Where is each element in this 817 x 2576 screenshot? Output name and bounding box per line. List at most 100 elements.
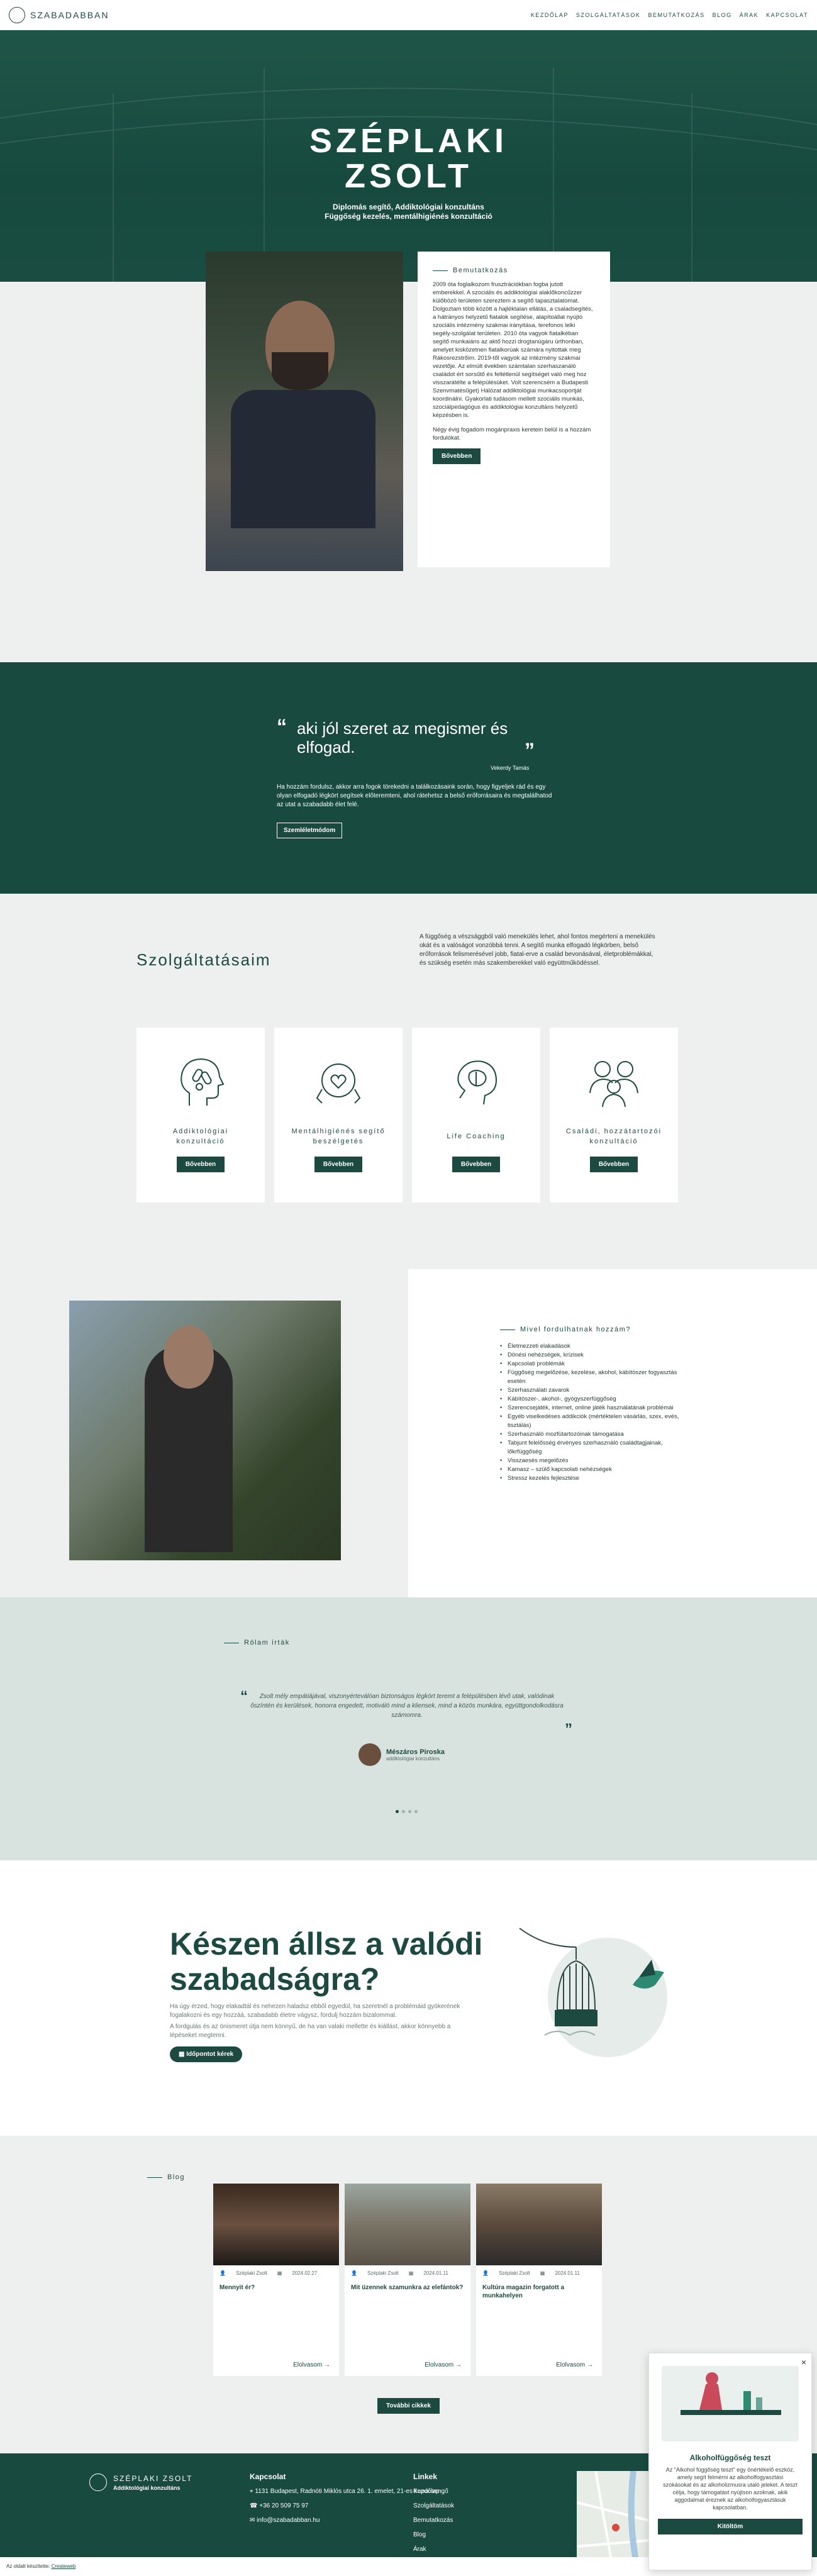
phone-icon: ☎ — [250, 2502, 260, 2509]
intro-card: Bemutatkozás 2009 óta foglalkozom fruszt… — [418, 252, 610, 567]
read-more-label: Elolvasom — [556, 2362, 586, 2368]
more-articles-button[interactable]: További cikkek — [377, 2398, 440, 2414]
arrow-right-icon: → — [455, 2362, 462, 2368]
carousel-dots — [396, 1810, 418, 1813]
test-popup: × Alkoholfüggőség teszt Az "Alkohol függ… — [648, 2353, 812, 2570]
post-title[interactable]: Kultúra magazin forgatott a munkahelyen — [476, 2281, 602, 2302]
arrow-right-icon: → — [324, 2362, 330, 2368]
close-quote-icon: ” — [565, 1721, 572, 1738]
list-item: Szerencsejáték, internet, online játék h… — [500, 1404, 689, 1413]
credits-text: Az oldalt készítette: — [6, 2563, 50, 2569]
avatar — [358, 1743, 381, 1766]
approach-button[interactable]: Szemléletmódom — [277, 823, 343, 838]
list-item: Egyéb viselkedéses addikciók (mértéktele… — [500, 1413, 689, 1430]
post-author: Széplaki Zsolt — [367, 2270, 399, 2276]
who-photo-panel — [0, 1269, 408, 1597]
quote-body: Ha hozzám fordulsz, akkor arra fogok tör… — [277, 784, 552, 808]
footer-sub: Addiktológiai konzultáns — [113, 2484, 181, 2491]
blog-post-card[interactable]: 👤 Széplaki Zsolt ▦ 2024.01.11 Mit üzennek s… — [345, 2184, 470, 2376]
list-item: Dönési nehézségek, krízisek — [500, 1351, 689, 1360]
open-quote-icon: “ — [277, 715, 287, 738]
menu-item-arak[interactable]: ÁRAK — [740, 12, 759, 18]
read-more-link[interactable]: Elolvasom → — [293, 2362, 330, 2368]
appointment-button-label: Időpontot kérek — [186, 2051, 234, 2058]
cta-title: Készen állsz a valódi szabadságra? — [170, 1926, 483, 1997]
popup-title: Alkoholfüggőség teszt — [689, 2453, 771, 2462]
blog-post-card[interactable]: 👤 Széplaki Zsolt ▦ 2024.01.11 Kultúra magaz… — [476, 2184, 602, 2376]
arrow-right-icon: → — [587, 2362, 593, 2368]
blog-heading: Blog — [147, 2174, 185, 2181]
carousel-dot[interactable] — [414, 1810, 418, 1813]
quote-text: aki jól szeret az megismer és elfogad. — [297, 719, 508, 757]
popup-text: Az "Alkohol függőség teszt" egy önértéke… — [663, 2467, 798, 2511]
list-item: Szerhasználati zavarok — [500, 1386, 689, 1395]
footer-link[interactable]: Kezdőlap — [413, 2487, 454, 2496]
head-pills-icon — [181, 1058, 225, 1106]
list-item: Függőség megelőzése, kezelése, akohol, k… — [500, 1368, 689, 1386]
logo-icon — [89, 2473, 107, 2491]
footer-link[interactable]: Árak — [413, 2545, 454, 2553]
footer-logo: SZÉPLAKI ZSOLT Addiktológiai konzultáns — [89, 2473, 192, 2491]
author-name: Mészáros Piroska — [386, 1748, 445, 1756]
email-text: info@szabadabban.hu — [257, 2517, 320, 2524]
intro-heading: Bemutatkozás — [433, 267, 595, 274]
who-list: Életmezzeti elakadások Dönési nehézségek… — [500, 1342, 689, 1483]
list-item: Szerhasználó mozfütartozóinak támogatása — [500, 1430, 689, 1439]
logo-icon — [9, 6, 25, 23]
appointment-button[interactable]: ▦ Időpontot kérek — [170, 2046, 243, 2062]
site-logo[interactable]: SZABADABBAN — [9, 6, 109, 23]
menu-item-kapcsolat[interactable]: KAPCSOLAT — [766, 12, 808, 18]
footer-links: Linkek Kezdőlap Szolgáltatások Bemutatko… — [413, 2472, 454, 2553]
who-list-block: Mivel fordulhatnak hozzám? Életmezzeti e… — [500, 1326, 689, 1483]
intro-paragraph-1: 2009 óta foglalkozom frusztrációkban fog… — [433, 281, 593, 419]
quote-section: “ aki jól szeret az megismer és elfogad.… — [0, 662, 817, 894]
menu-item-bemutatkozas[interactable]: BEMUTATKOZÁS — [648, 12, 704, 18]
top-nav: SZABADABBAN KEZDŐLAP SZOLGÁLTATÁSOK BEMU… — [0, 0, 817, 30]
post-date: 2024.01.11 — [423, 2270, 448, 2276]
read-more-link[interactable]: Elolvasom → — [556, 2362, 593, 2368]
take-test-button[interactable]: Kitöltöm — [658, 2519, 803, 2534]
post-meta: 👤 Széplaki Zsolt ▦ 2024.01.11 — [345, 2265, 470, 2281]
post-title[interactable]: Mit üzennek szamunkra az elefántok? — [345, 2281, 470, 2294]
menu-item-blog[interactable]: BLOG — [713, 12, 732, 18]
post-meta: 👤 Széplaki Zsolt ▦ 2024.01.11 — [476, 2265, 602, 2281]
testimonial-section: Rólam írták “ Zsolt mély empátiájával, v… — [0, 1597, 817, 1860]
who-heading: Mivel fordulhatnak hozzám? — [500, 1326, 689, 1333]
footer-link[interactable]: Bemutatkozás — [413, 2516, 454, 2524]
footer-link[interactable]: Blog — [413, 2531, 454, 2539]
post-author: Széplaki Zsolt — [498, 2270, 530, 2276]
list-item: Kábítószer-, akohol-, gyógyszerfüggőség — [500, 1395, 689, 1404]
close-icon[interactable]: × — [801, 2357, 806, 2367]
menu-item-szolgaltatasok[interactable]: SZOLGÁLTATÁSOK — [576, 12, 641, 18]
cta-section: Készen állsz a valódi szabadságra? Ha úg… — [0, 1860, 817, 2136]
post-title[interactable]: Mennyit ér? — [213, 2281, 339, 2294]
credits-link[interactable]: Createweb — [52, 2563, 76, 2569]
post-image — [345, 2184, 470, 2265]
service-more-button[interactable]: Bővebben — [176, 1157, 225, 1172]
service-more-button[interactable]: Bővebben — [452, 1157, 501, 1172]
hero-section: SZÉPLAKI ZSOLT Diplomás segítő, Addiktoló… — [0, 30, 817, 282]
read-more-label: Elolvasom — [293, 2362, 323, 2368]
carousel-dot[interactable] — [408, 1810, 411, 1813]
read-more-link[interactable]: Elolvasom → — [425, 2362, 462, 2368]
menu-item-kezdolap[interactable]: KEZDŐLAP — [531, 12, 569, 18]
blog-post-card[interactable]: 👤 Széplaki Zsolt ▦ 2024.02.27 Mennyit ér? E… — [213, 2184, 339, 2376]
service-more-button[interactable]: Bővebben — [314, 1157, 363, 1172]
outdoor-portrait-photo — [69, 1301, 341, 1560]
carousel-dot[interactable] — [402, 1810, 405, 1813]
date-icon: ▦ — [277, 2270, 282, 2276]
footer-name: SZÉPLAKI ZSOLT — [113, 2473, 193, 2483]
footer-link[interactable]: Szolgáltatások — [413, 2502, 454, 2510]
main-menu: KEZDŐLAP SZOLGÁLTATÁSOK BEMUTATKOZÁS BLO… — [531, 12, 808, 18]
testimonial-heading: Rólam írták — [224, 1639, 290, 1646]
links-heading: Linkek — [413, 2472, 438, 2481]
service-more-button[interactable]: Bővebben — [589, 1157, 638, 1172]
post-image — [213, 2184, 339, 2265]
family-icon — [589, 1061, 638, 1108]
author-role: addiktológiai konzultáns — [386, 1755, 440, 1762]
carousel-dot[interactable] — [396, 1810, 399, 1813]
service-label: Addiktológiai konzultáció — [172, 1128, 229, 1145]
testimonial-author: Mészáros Piroska addiktológiai konzultáns — [358, 1743, 445, 1766]
intro-more-button[interactable]: Bővebben — [433, 448, 481, 464]
date-icon: ▦ — [540, 2270, 545, 2276]
